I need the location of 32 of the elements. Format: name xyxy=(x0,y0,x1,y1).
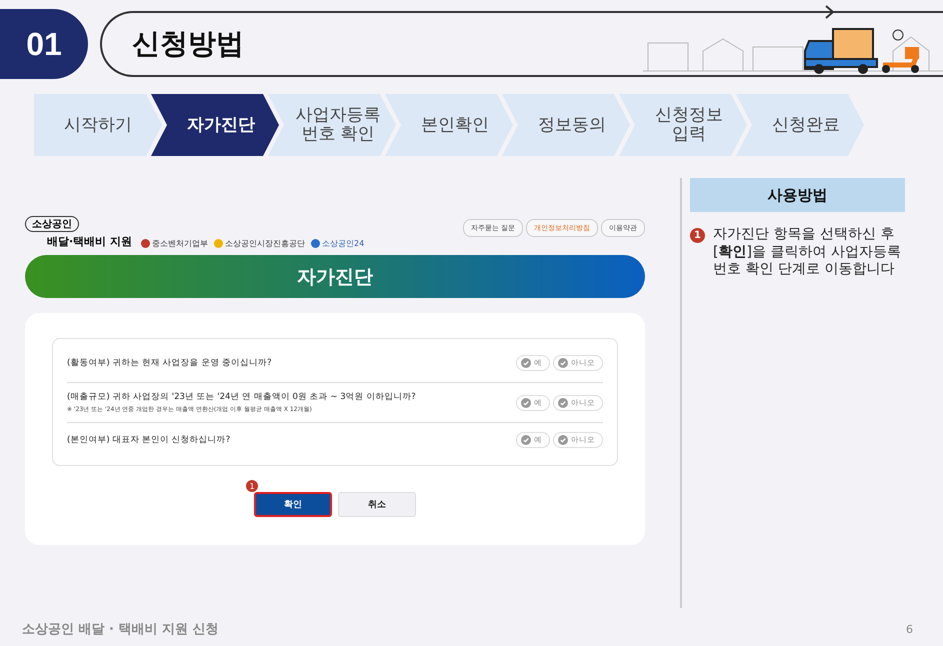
process-step: 시작하기 xyxy=(34,94,162,156)
process-step: 본인확인 xyxy=(385,94,513,156)
check-circle-icon xyxy=(558,435,568,445)
step-marker: 1 xyxy=(246,480,258,492)
check-circle-icon xyxy=(558,398,568,408)
question-text: (활동여부) 귀하는 현재 사업장을 운영 중이십니까? xyxy=(67,356,273,368)
step-marker: 1 xyxy=(690,228,705,243)
check-circle-icon xyxy=(558,358,568,368)
process-step: 신청완료 xyxy=(736,94,864,156)
question-text: (매출규모) 귀하 사업장의 '23년 또는 '24년 연 매출액이 0원 초과 ~ 3억원 이하입니까? xyxy=(67,391,417,403)
process-step: 사업자등록 번호 확인 xyxy=(268,94,396,156)
process-step: 자가진단 xyxy=(151,94,279,156)
process-step: 정보동의 xyxy=(502,94,630,156)
agency-logo: 소상공인시장진흥공단 xyxy=(214,238,305,249)
cancel-button[interactable]: 취소 xyxy=(338,492,416,517)
check-circle-icon xyxy=(521,435,531,445)
footer-title: 소상공인 배달 · 택배비 지원 신청 xyxy=(22,621,219,638)
logo-name: 배달·택배비 지원 xyxy=(47,234,132,249)
question-text: (본인여부) 대표자 본인이 신청하십니까? xyxy=(67,434,232,446)
guide-text: 자가진단 항목을 선택하신 후 [확인]을 클릭하여 사업자등록 번호 확인 단계로 이동합니다 xyxy=(713,226,902,278)
check-circle-icon xyxy=(521,358,531,368)
agency-logo: 소상공인24 xyxy=(311,238,364,249)
process-step: 신청정보 입력 xyxy=(619,94,747,156)
guide-title: 사용방법 xyxy=(690,178,905,212)
page-number: 6 xyxy=(906,622,913,636)
section-number: 01 xyxy=(0,9,88,79)
check-circle-icon xyxy=(521,398,531,408)
agency-logo: 중소벤처기업부 xyxy=(141,238,208,249)
page-banner: 자가진단 xyxy=(25,255,645,298)
logo-badge: 소상공인 xyxy=(25,216,79,232)
confirm-button[interactable]: 확인 xyxy=(254,492,332,517)
page-title: 신청방법 xyxy=(132,26,244,62)
